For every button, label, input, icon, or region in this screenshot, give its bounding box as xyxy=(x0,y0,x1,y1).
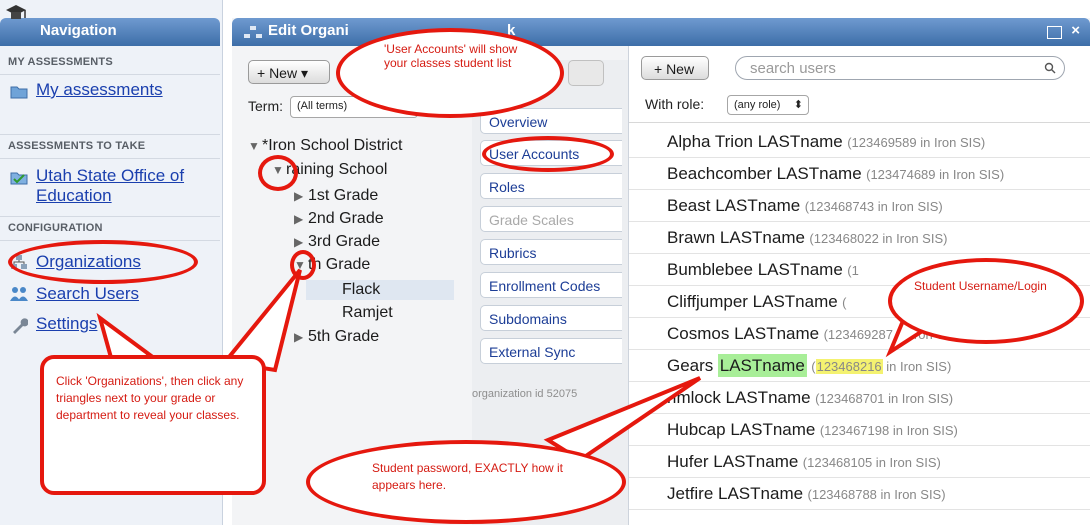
divider xyxy=(0,216,220,217)
divider xyxy=(0,158,220,159)
edit-organization-title: Edit Organi xyxy=(268,22,349,39)
role-select[interactable]: (any role) ⬍ xyxy=(727,95,809,115)
tab-grade-scales: Grade Scales xyxy=(480,206,622,232)
user-row[interactable]: Hufer LASTname (123468105 in Iron SIS) xyxy=(629,446,1090,478)
nav-search-users[interactable]: Search Users xyxy=(36,284,139,304)
tree-grade-5[interactable]: ▶ 5th Grade xyxy=(294,327,379,347)
new-org-button[interactable]: + New ▾ xyxy=(248,60,330,84)
triangle-right-icon[interactable]: ▶ xyxy=(294,327,308,347)
divider xyxy=(0,134,220,135)
section-assessments-to-take: ASSESSMENTS TO TAKE xyxy=(8,140,146,152)
tree-class-selected[interactable]: Flack xyxy=(306,280,454,300)
user-row[interactable]: rimlock LASTname (123468701 in Iron SIS) xyxy=(629,382,1090,414)
user-row[interactable]: Alpha Trion LASTname (123469589 in Iron … xyxy=(629,126,1090,158)
checked-folder-icon xyxy=(10,172,28,185)
new-user-button[interactable]: + New xyxy=(641,56,709,80)
nav-utah-state-office[interactable]: Utah State Office of Education xyxy=(36,166,216,206)
tab-roles[interactable]: Roles xyxy=(480,173,622,199)
graduation-cap-icon xyxy=(6,5,26,19)
tab-subdomains[interactable]: Subdomains xyxy=(480,305,622,331)
user-row-highlighted[interactable]: Gears LASTname (123468216 in Iron SIS) xyxy=(629,350,1090,382)
callout-user-accounts: 'User Accounts' will show your classes s… xyxy=(336,28,564,118)
password-highlight: LASTname xyxy=(717,354,807,377)
triangle-right-icon[interactable]: ▶ xyxy=(294,232,308,252)
chevron-down-icon: ⬍ xyxy=(793,99,803,111)
user-row[interactable]: Beachcomber LASTname (123474689 in Iron … xyxy=(629,158,1090,190)
organizations-icon xyxy=(244,26,262,38)
tab-enrollment-codes[interactable]: Enrollment Codes xyxy=(480,272,622,298)
tree-grade-3[interactable]: ▶ 3rd Grade xyxy=(294,232,380,252)
search-users-input[interactable]: search users xyxy=(735,56,1065,80)
user-row[interactable]: Brawn LASTname (123468022 in Iron SIS) xyxy=(629,222,1090,254)
highlight-user-accounts-tab xyxy=(482,136,614,172)
triangle-right-icon[interactable]: ▶ xyxy=(294,186,308,206)
term-label: Term: xyxy=(248,98,283,114)
search-icon[interactable] xyxy=(1044,62,1056,74)
folder-icon xyxy=(10,86,28,99)
tree-grade-2[interactable]: ▶ 2nd Grade xyxy=(294,209,384,229)
triangle-right-icon[interactable]: ▶ xyxy=(294,209,308,229)
section-my-assessments: MY ASSESSMENTS xyxy=(8,56,113,68)
highlight-triangle xyxy=(290,250,316,280)
user-row[interactable]: Beast LASTname (123468743 in Iron SIS) xyxy=(629,190,1090,222)
callout-password: Student password, EXACTLY how it appears… xyxy=(306,440,626,524)
close-icon[interactable]: × xyxy=(1071,22,1080,39)
user-row[interactable]: Jetfire LASTname (123468788 in Iron SIS) xyxy=(629,478,1090,510)
tab-rubrics[interactable]: Rubrics xyxy=(480,239,622,265)
tree-class[interactable]: Ramjet xyxy=(342,303,393,323)
nav-settings[interactable]: Settings xyxy=(36,314,97,334)
user-row[interactable]: Hubcap LASTname (123467198 in Iron SIS) xyxy=(629,414,1090,446)
tab-external-sync[interactable]: External Sync xyxy=(480,338,622,364)
username-highlight: 123468216 xyxy=(815,359,883,374)
divider xyxy=(629,122,1090,123)
maximize-icon[interactable] xyxy=(1047,26,1062,39)
role-label: With role: xyxy=(645,96,705,112)
callout-organizations: Click 'Organizations', then click any tr… xyxy=(40,355,266,495)
tree-grade-1[interactable]: ▶ 1st Grade xyxy=(294,186,378,206)
callout-username: Student Username/Login xyxy=(888,258,1084,344)
search-users-icon xyxy=(10,287,28,301)
edit-organization-header: Edit Organi k × xyxy=(232,18,1090,46)
triangle-down-icon[interactable]: ▼ xyxy=(248,136,262,156)
navigation-header: Navigation xyxy=(0,5,220,46)
highlight-triangle xyxy=(258,155,298,191)
disabled-button xyxy=(568,60,604,86)
navigation-title: Navigation xyxy=(40,22,117,39)
highlight-organizations xyxy=(8,240,198,284)
organization-id: organization id 52075 xyxy=(472,388,578,400)
nav-my-assessments[interactable]: My assessments xyxy=(36,80,196,100)
tree-root[interactable]: ▼ *Iron School District xyxy=(248,136,403,156)
divider xyxy=(0,74,220,75)
section-configuration: CONFIGURATION xyxy=(8,222,103,234)
wrench-icon xyxy=(13,318,28,334)
